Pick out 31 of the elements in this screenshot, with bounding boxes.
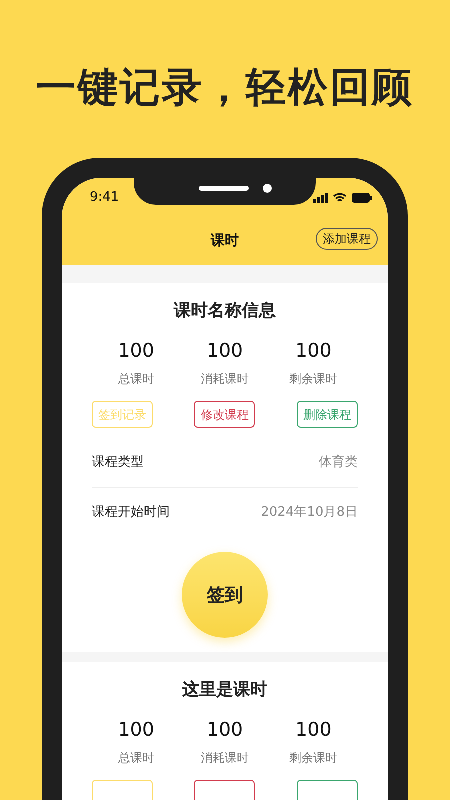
card-title: 课时名称信息 [174, 300, 276, 323]
stat-value: 100 [206, 339, 244, 363]
status-time: 9:41 [90, 189, 120, 208]
field-label: 课程开始时间 [92, 504, 170, 522]
stat-value: 100 [296, 339, 332, 363]
stat-value: 100 [206, 718, 244, 742]
stat-value: 100 [118, 718, 154, 742]
stat-label: 剩余课时 [290, 750, 338, 766]
stat-value: 100 [296, 718, 332, 742]
stat-label: 消耗课时 [200, 371, 249, 387]
stat-label: 剩余课时 [290, 371, 338, 387]
add-course-button[interactable]: 添加课程 [316, 228, 378, 250]
nav-title: 课时 [211, 232, 239, 251]
field-label: 课程类型 [92, 454, 144, 472]
field-value: 体育类 [319, 454, 358, 472]
stat-label: 总课时 [118, 750, 154, 766]
wifi-icon [333, 193, 347, 203]
signal-icon [313, 193, 328, 203]
action-button[interactable] [296, 780, 358, 800]
card-title: 这里是课时 [182, 679, 268, 702]
action-button[interactable]: 删除课程 [296, 401, 358, 428]
check-in-button[interactable]: 签到 [182, 552, 268, 638]
action-button[interactable] [194, 780, 256, 800]
headline: 一键记录，轻松回顾 [36, 64, 414, 113]
stat-label: 消耗课时 [200, 750, 249, 766]
stat-value: 100 [118, 339, 154, 363]
field-value: 2024年10月8日 [261, 504, 358, 522]
stat-label: 总课时 [118, 371, 154, 387]
battery-icon [352, 193, 372, 203]
action-button[interactable]: 修改课程 [194, 401, 256, 428]
speaker-icon [199, 186, 249, 191]
